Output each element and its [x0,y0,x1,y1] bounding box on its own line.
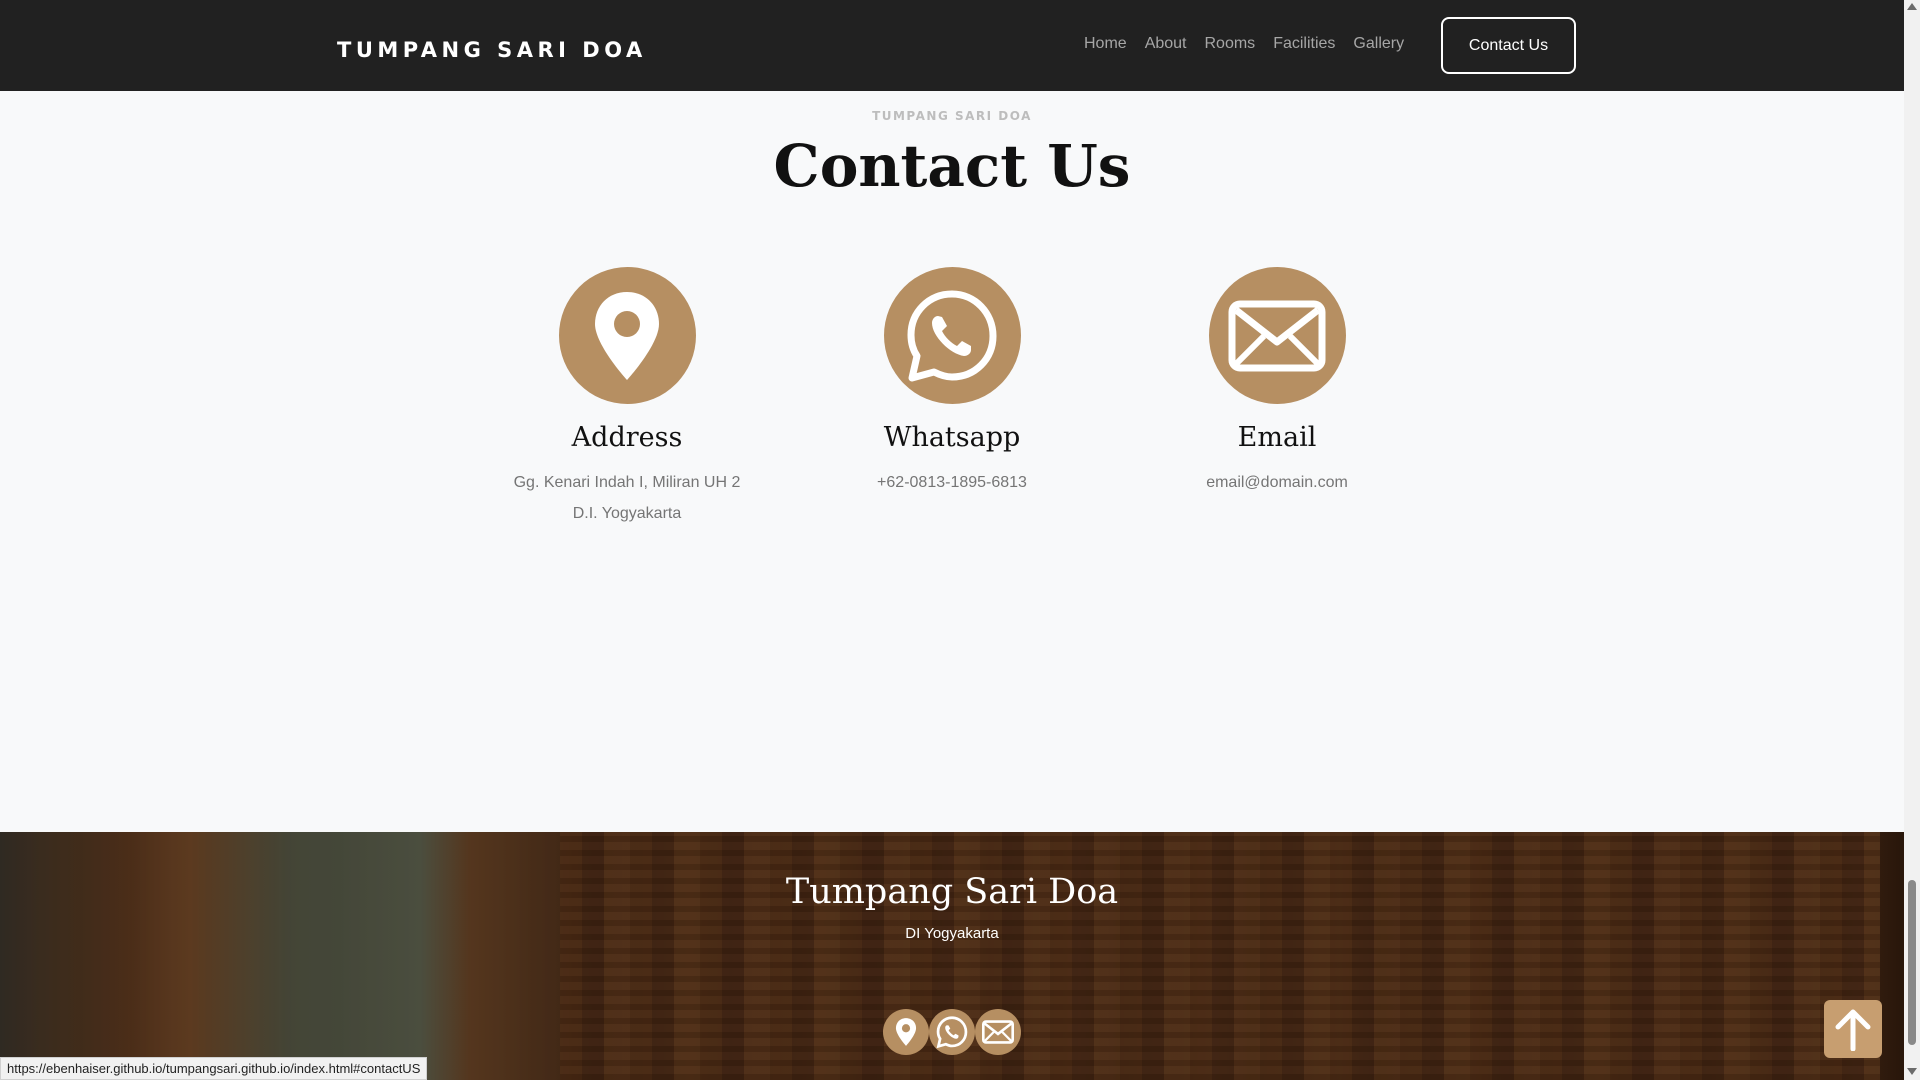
brand-logo-text[interactable]: TUMPANG SARI DOA [337,38,647,62]
location-pin-icon [558,267,696,404]
footer-envelope-icon[interactable] [975,1009,1021,1055]
contact-card-address: Address Gg. Kenari Indah I, Miliran UH 2… [477,267,777,529]
envelope-icon [1208,267,1346,404]
page-viewport: TUMPANG SARI DOA Home About Rooms Facili… [0,0,1904,1080]
footer-social-icons [883,1009,1021,1055]
nav-link-facilities[interactable]: Facilities [1273,35,1335,53]
scroll-up-arrow-icon[interactable] [1907,3,1917,10]
address-line-2: D.I. Yogyakarta [572,505,682,522]
whatsapp-number[interactable]: +62-0813-1895-6813 [802,467,1102,498]
navbar: TUMPANG SARI DOA Home About Rooms Facili… [0,0,1904,91]
contact-card-whatsapp: Whatsapp +62-0813-1895-6813 [802,267,1102,498]
contact-card-email: Email email@domain.com [1127,267,1427,498]
scrollbar-thumb[interactable] [1908,880,1916,1045]
section-eyebrow: TUMPANG SARI DOA [872,109,1032,123]
footer-location-pin-icon[interactable] [883,1009,929,1055]
nav-link-rooms[interactable]: Rooms [1205,35,1256,53]
footer-subtitle: DI Yogyakarta [905,925,999,942]
nav-link-home[interactable]: Home [1084,35,1127,53]
contact-us-button[interactable]: Contact Us [1441,17,1576,74]
email-title: Email [1237,422,1317,453]
email-address[interactable]: email@domain.com [1127,467,1427,498]
footer-whatsapp-icon[interactable] [929,1009,975,1055]
footer: Tumpang Sari Doa DI Yogyakarta [0,832,1904,1080]
back-to-top-button[interactable] [1824,1000,1882,1058]
address-text: Gg. Kenari Indah I, Miliran UH 2 D.I. Yo… [477,467,777,529]
nav-links: Home About Rooms Facilities Gallery [1084,35,1422,53]
address-line-1: Gg. Kenari Indah I, Miliran UH 2 [513,474,741,491]
nav-link-gallery[interactable]: Gallery [1353,35,1404,53]
scroll-down-arrow-icon[interactable] [1907,1068,1917,1075]
nav-link-about[interactable]: About [1145,35,1187,53]
whatsapp-title: Whatsapp [883,422,1021,453]
vertical-scrollbar[interactable] [1904,0,1920,1080]
footer-title: Tumpang Sari Doa [785,872,1119,912]
address-title: Address [571,422,683,453]
browser-status-url: https://ebenhaiser.github.io/tumpangsari… [0,1057,428,1080]
arrow-up-icon [1835,1009,1871,1051]
section-title: Contact Us [773,132,1131,200]
whatsapp-icon [883,267,1021,404]
